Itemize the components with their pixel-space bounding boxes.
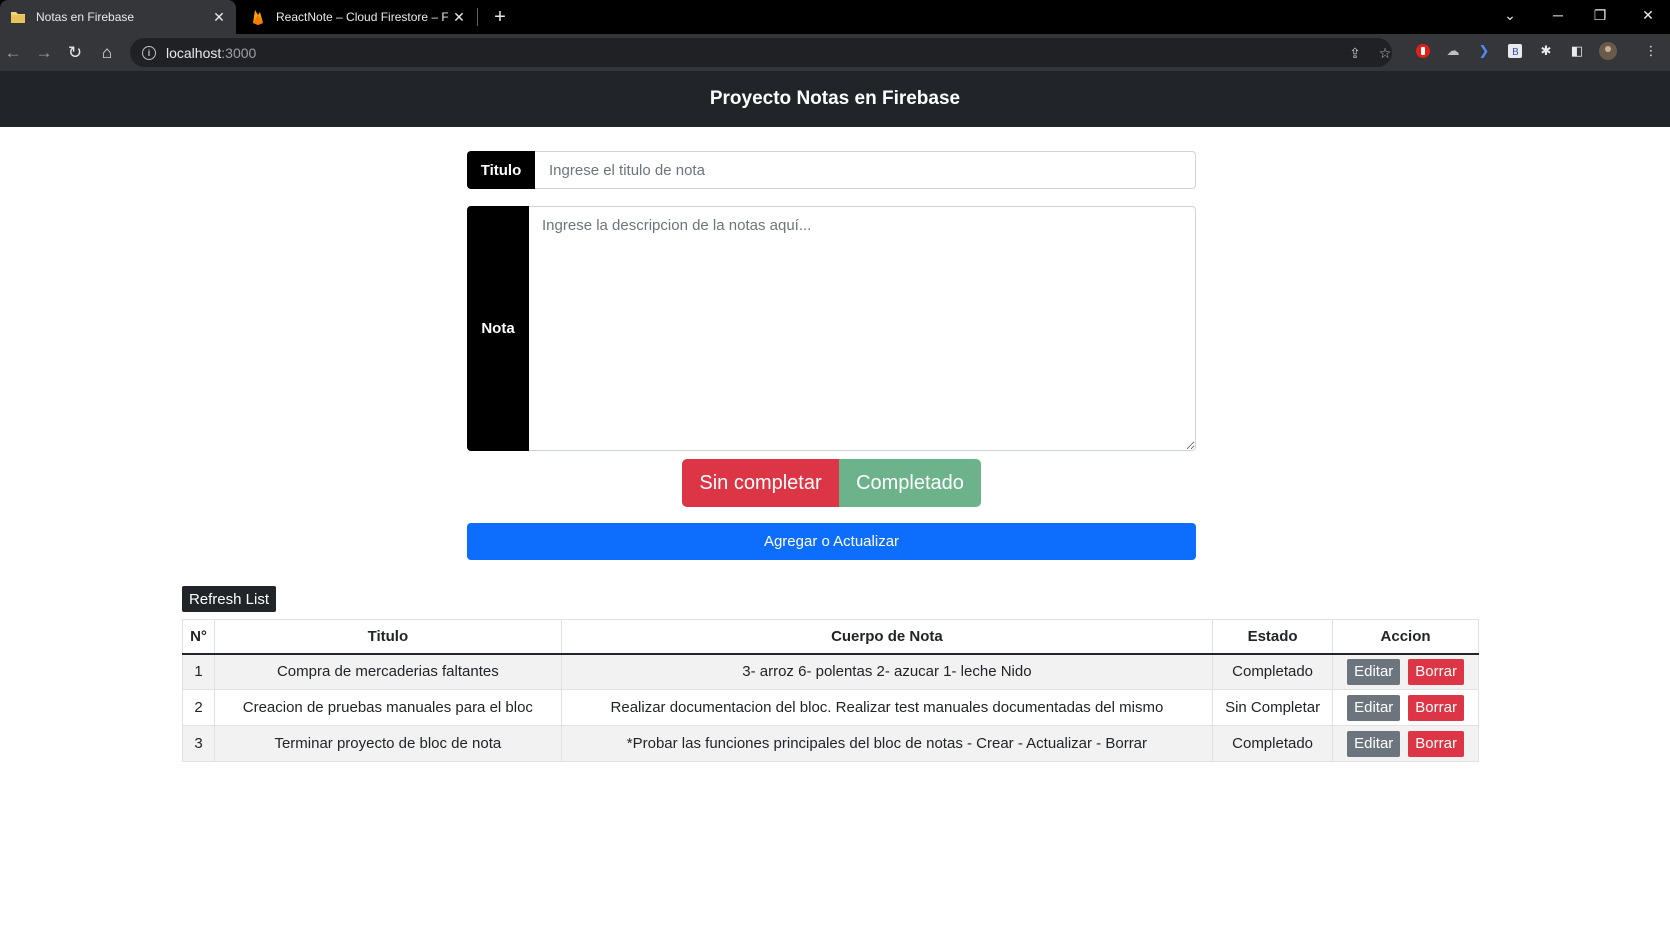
folder-favicon-icon [10,9,26,25]
tab-search-icon[interactable]: ⌄ [1490,0,1530,30]
minimize-icon[interactable]: ─ [1538,0,1578,30]
back-icon[interactable]: ← [0,40,26,66]
row-title: Terminar proyecto de bloc de nota [213,725,562,762]
row-num: 2 [182,689,215,726]
adblock-extension-icon[interactable] [1414,42,1432,60]
page-title: Proyecto Notas en Firebase [709,88,961,109]
extension-arrow-icon[interactable]: ❯ [1475,42,1493,60]
header-num: N° [182,619,215,655]
tab-separator [477,8,478,26]
tab-notas-en-firebase[interactable]: Notas en Firebase ✕ [0,0,236,34]
note-input-group: Nota [467,206,1196,451]
header-title: Titulo [213,619,562,655]
row-status: Completado [1212,653,1334,690]
url-text: localhost:3000 [166,44,257,61]
sin-completar-button[interactable]: Sin completar [682,459,839,507]
browser-menu-icon[interactable]: ⋮ [1642,42,1660,60]
tab-title: ReactNote – Cloud Firestore – Fi [276,10,448,24]
row-status: Completado [1212,725,1334,762]
row-title: Compra de mercaderias faltantes [213,653,562,690]
row-actions: Editar Borrar [1332,653,1479,690]
table-row: 3 Terminar proyecto de bloc de nota *Pro… [182,725,1479,762]
title-input[interactable] [535,151,1196,189]
restore-icon[interactable]: ❐ [1580,0,1620,30]
close-window-icon[interactable]: ✕ [1628,0,1668,30]
browser-tab-bar: Notas en Firebase ✕ ReactNote – Cloud Fi… [0,0,1670,34]
delete-button[interactable]: Borrar [1408,730,1464,757]
table-row: 2 Creacion de pruebas manuales para el b… [182,689,1479,726]
note-label: Nota [467,206,529,451]
edit-button[interactable]: Editar [1347,694,1401,721]
row-body: 3- arroz 6- polentas 2- azucar 1- leche … [560,653,1214,690]
site-info-icon[interactable]: i [142,45,156,60]
title-input-group: Titulo [467,151,1196,189]
table-row: 1 Compra de mercaderias faltantes 3- arr… [182,653,1479,690]
share-icon[interactable]: ⇪ [1346,44,1364,62]
tab-title: Notas en Firebase [36,10,135,24]
row-actions: Editar Borrar [1332,689,1479,726]
close-tab-icon[interactable]: ✕ [448,9,470,26]
table-header-row: N° Titulo Cuerpo de Nota Estado Accion [182,619,1479,655]
new-tab-icon[interactable]: + [487,4,513,30]
title-label: Titulo [467,151,535,189]
refresh-list-button[interactable]: Refresh List [182,586,276,612]
row-num: 3 [182,725,215,762]
header-status: Estado [1212,619,1334,655]
note-form: Titulo Nota [467,151,1196,451]
row-actions: Editar Borrar [1332,725,1479,762]
edit-button[interactable]: Editar [1347,730,1401,757]
row-title: Creacion de pruebas manuales para el blo… [213,689,562,726]
svg-text:B: B [1512,47,1519,58]
delete-button[interactable]: Borrar [1408,694,1464,721]
extensions-puzzle-icon[interactable]: ✱ [1537,42,1555,60]
status-toggle-group: Sin completar Completado [682,459,981,507]
home-icon[interactable]: ⌂ [94,40,120,66]
row-num: 1 [182,653,215,690]
firebase-favicon-icon [250,9,266,25]
reload-icon[interactable]: ↻ [62,40,88,66]
row-body: *Probar las funciones principales del bl… [560,725,1214,762]
bookmark-star-icon[interactable]: ☆ [1376,44,1394,62]
profile-avatar-icon[interactable] [1599,42,1617,60]
close-tab-icon[interactable]: ✕ [208,9,230,26]
row-status: Sin Completar [1212,689,1334,726]
completado-button[interactable]: Completado [839,459,981,507]
header-action: Accion [1332,619,1479,655]
tab-reactnote-firestore[interactable]: ReactNote – Cloud Firestore – Fi ✕ [240,0,476,34]
extension-b-icon[interactable]: B [1506,42,1524,60]
delete-button[interactable]: Borrar [1408,658,1464,685]
add-update-button[interactable]: Agregar o Actualizar [467,523,1196,560]
note-textarea[interactable] [529,206,1196,451]
forward-icon[interactable]: → [31,40,57,66]
side-panel-icon[interactable]: ◧ [1568,42,1586,60]
address-bar[interactable]: i localhost:3000 ⇪ ☆ [130,38,1392,67]
edit-button[interactable]: Editar [1347,658,1401,685]
header-body: Cuerpo de Nota [560,619,1214,655]
app-header: Proyecto Notas en Firebase [0,71,1670,127]
row-body: Realizar documentacion del bloc. Realiza… [560,689,1214,726]
notes-table: N° Titulo Cuerpo de Nota Estado Accion 1… [182,619,1479,762]
extension-cloud-icon[interactable]: ☁ [1444,42,1462,60]
